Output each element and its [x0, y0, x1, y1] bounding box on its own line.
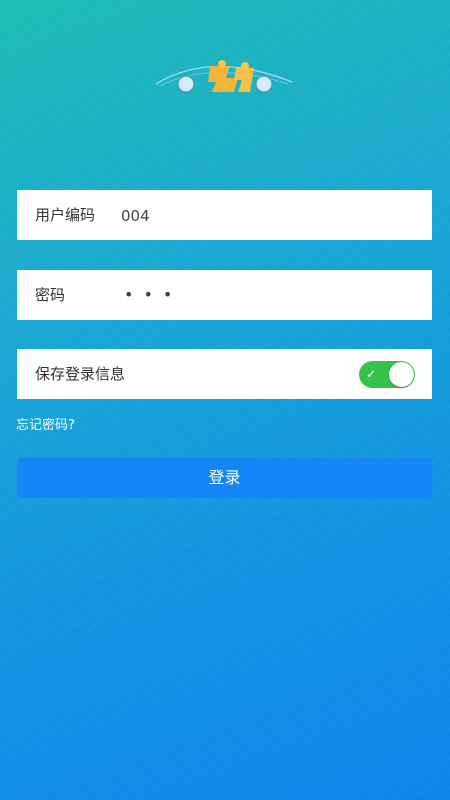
- password-input[interactable]: •••: [124, 270, 182, 320]
- password-field[interactable]: 密码 •••: [17, 270, 432, 320]
- forgot-password-link[interactable]: 忘记密码?: [16, 414, 75, 433]
- background-pattern: [0, 0, 450, 800]
- toggle-knob: [389, 362, 414, 387]
- remember-login-row: 保存登录信息 ✓: [17, 349, 432, 399]
- username-field[interactable]: 用户编码 004: [17, 190, 432, 240]
- app-logo: [155, 60, 293, 93]
- username-input[interactable]: 004: [121, 190, 150, 242]
- check-icon: ✓: [366, 367, 377, 381]
- remember-login-toggle[interactable]: ✓: [359, 361, 415, 388]
- login-button[interactable]: 登录: [17, 458, 432, 498]
- username-label: 用户编码: [35, 206, 96, 224]
- password-label: 密码: [35, 286, 66, 304]
- remember-login-label: 保存登录信息: [35, 365, 126, 383]
